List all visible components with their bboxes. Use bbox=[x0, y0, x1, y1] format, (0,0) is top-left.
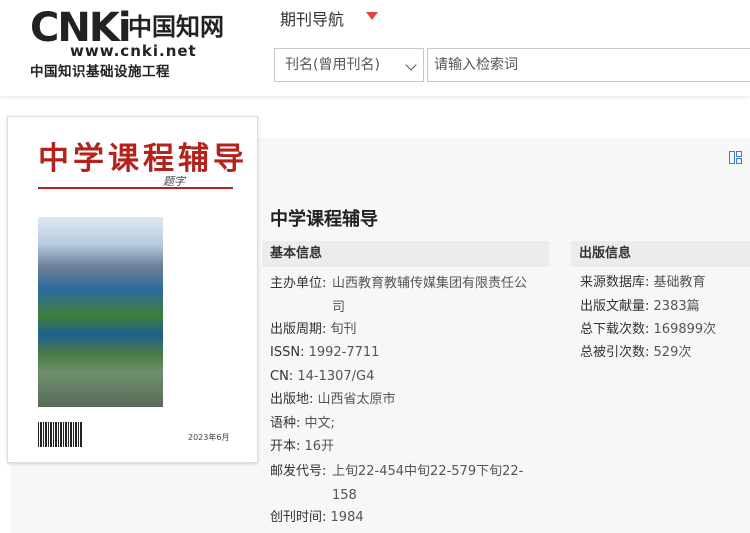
source-row: 来源数据库: 基础教育 bbox=[580, 272, 706, 294]
format-row: 开本: 16开 bbox=[270, 436, 334, 458]
sponsor-label: 主办单位: bbox=[270, 276, 327, 291]
docs-value: 2383篇 bbox=[653, 299, 700, 314]
place-value: 山西省太原市 bbox=[317, 392, 396, 407]
docs-row: 出版文献量: 2383篇 bbox=[580, 296, 700, 318]
cover-date: 2023年6月 bbox=[188, 433, 230, 442]
sponsor-row: 主办单位: 山西教育教辅传媒集团有限责任公司 bbox=[270, 272, 530, 320]
postal-label: 邮发代号: bbox=[270, 464, 327, 479]
chevron-down-icon bbox=[405, 59, 417, 71]
cited-value: 529次 bbox=[653, 345, 692, 360]
issn-label: ISSN: bbox=[270, 345, 305, 360]
basic-info-heading: 基本信息 bbox=[262, 241, 549, 267]
period-row: 出版周期: 旬刊 bbox=[270, 319, 357, 341]
journal-cover-image: 中学课程辅导 题字 2023年6月 bbox=[7, 116, 258, 463]
format-value: 16开 bbox=[304, 439, 335, 454]
dropdown-arrow-icon[interactable] bbox=[366, 12, 378, 20]
period-value: 旬刊 bbox=[330, 322, 357, 337]
issn-row: ISSN: 1992-7711 bbox=[270, 342, 379, 364]
lang-label: 语种: bbox=[270, 416, 301, 431]
site-header: CNKi 中国知网 www.cnki.net 中国知识基础设施工程 期刊导航 刊… bbox=[0, 0, 750, 96]
founded-value: 1984 bbox=[330, 510, 364, 525]
place-label: 出版地: bbox=[270, 392, 314, 407]
cn-row: CN: 14-1307/G4 bbox=[270, 366, 374, 388]
cn-value: 14-1307/G4 bbox=[297, 369, 375, 384]
docs-label: 出版文献量: bbox=[580, 299, 650, 314]
logo-url: www.cnki.net bbox=[70, 42, 197, 60]
cover-rule bbox=[38, 187, 233, 189]
postal-row: 邮发代号: 上旬22-454中旬22-579下旬22-158 bbox=[270, 460, 530, 508]
logo-cn-name: 中国知网 bbox=[128, 12, 224, 41]
downloads-label: 总下载次数: bbox=[580, 322, 650, 337]
search-field-value: 刊名(曾用刊名) bbox=[285, 57, 380, 73]
cnki-logo[interactable]: CNKi 中国知网 www.cnki.net 中国知识基础设施工程 bbox=[30, 8, 225, 80]
cited-row: 总被引次数: 529次 bbox=[580, 342, 691, 364]
downloads-row: 总下载次数: 169899次 bbox=[580, 319, 716, 341]
logo-subtitle: 中国知识基础设施工程 bbox=[30, 64, 170, 80]
cover-title: 中学课程辅导 bbox=[38, 141, 248, 177]
source-value: 基础教育 bbox=[653, 275, 706, 290]
issn-value: 1992-7711 bbox=[308, 345, 380, 360]
lang-value: 中文; bbox=[304, 416, 335, 431]
downloads-value: 169899次 bbox=[653, 322, 717, 337]
lang-row: 语种: 中文; bbox=[270, 413, 335, 435]
journal-nav-menu[interactable]: 期刊导航 bbox=[280, 6, 344, 30]
postal-value: 上旬22-454中旬22-579下旬22-158 bbox=[332, 464, 524, 503]
journal-title: 中学课程辅导 bbox=[270, 209, 378, 230]
cover-landscape-photo bbox=[38, 217, 163, 407]
search-input[interactable]: 请输入检索词 bbox=[427, 48, 750, 82]
search-field-select[interactable]: 刊名(曾用刊名) bbox=[274, 48, 424, 82]
cited-label: 总被引次数: bbox=[580, 345, 650, 360]
founded-label: 创刊时间: bbox=[270, 510, 327, 525]
pub-info-heading: 出版信息 bbox=[571, 241, 750, 267]
period-label: 出版周期: bbox=[270, 322, 327, 337]
founded-row: 创刊时间: 1984 bbox=[270, 507, 364, 529]
cn-label: CN: bbox=[270, 369, 294, 384]
source-label: 来源数据库: bbox=[580, 275, 650, 290]
layout-toggle-icon[interactable] bbox=[729, 151, 742, 164]
sponsor-value: 山西教育教辅传媒集团有限责任公司 bbox=[332, 276, 528, 315]
cover-barcode bbox=[38, 422, 83, 447]
format-label: 开本: bbox=[270, 439, 301, 454]
place-row: 出版地: 山西省太原市 bbox=[270, 389, 396, 411]
